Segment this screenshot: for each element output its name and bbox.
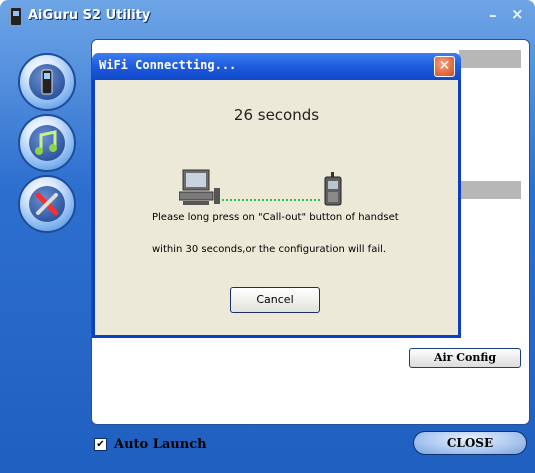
handset-icon: [324, 172, 342, 206]
countdown-text: 26 seconds: [233, 106, 320, 124]
tools-icon: [29, 186, 65, 222]
title-bar: AiGuru S2 Utility – ×: [0, 0, 535, 32]
dialog-body: 26 seconds Please long press on "Call-ou…: [95, 80, 458, 335]
phone-app-icon: [10, 7, 22, 26]
close-window-button[interactable]: ×: [511, 5, 524, 23]
instruction-line-1: Please long press on "Call-out" button o…: [152, 212, 399, 223]
dialog-close-button[interactable]: ✕: [434, 56, 455, 77]
air-config-button[interactable]: Air Config: [409, 348, 521, 368]
minimize-button[interactable]: –: [489, 6, 497, 24]
window-title: AiGuru S2 Utility: [28, 8, 151, 23]
section-header-bar: [459, 181, 521, 199]
nav-music-button[interactable]: [18, 114, 76, 172]
computer-icon: [179, 169, 220, 205]
cancel-button[interactable]: Cancel: [230, 287, 320, 313]
nav-tools-button[interactable]: [18, 175, 76, 233]
instruction-line-2: within 30 seconds,or the configuration w…: [152, 244, 387, 255]
nav-phone-button[interactable]: [18, 53, 76, 111]
dialog-title-bar: WiFi Connectting... ✕: [92, 53, 461, 80]
auto-launch-checkbox[interactable]: ✔: [94, 438, 107, 451]
music-icon: [29, 125, 65, 161]
wifi-dialog: WiFi Connectting... ✕ 26 seconds Please …: [92, 53, 461, 338]
auto-launch-label: Auto Launch: [114, 437, 207, 452]
dialog-title: WiFi Connectting...: [99, 58, 237, 72]
close-button[interactable]: CLOSE: [413, 431, 527, 455]
phone-icon: [29, 64, 65, 100]
connection-line: [222, 199, 320, 201]
section-header-bar: [459, 50, 521, 68]
